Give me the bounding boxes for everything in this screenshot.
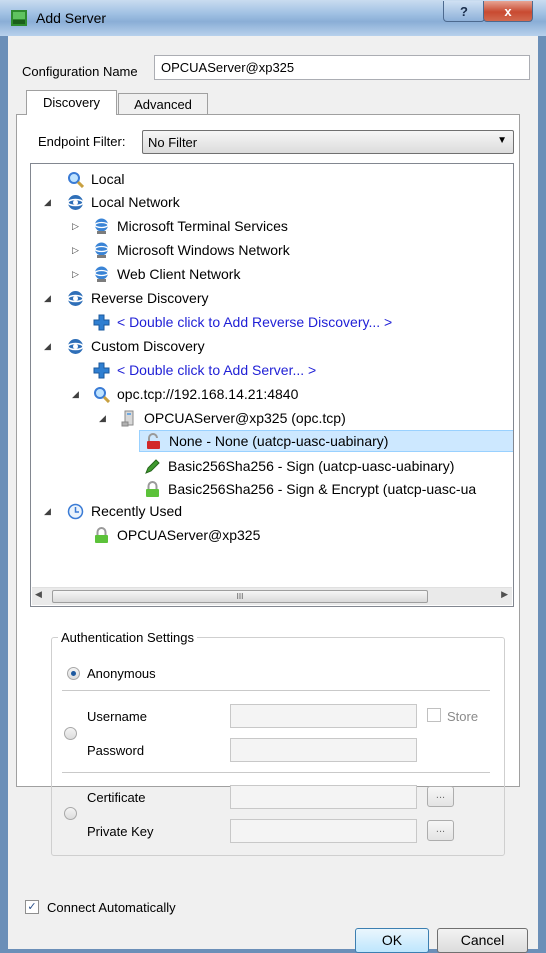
- tree-node-custom-discovery[interactable]: Custom Discovery: [67, 335, 205, 357]
- private-key-input[interactable]: [230, 819, 417, 843]
- anonymous-radio[interactable]: [67, 667, 80, 680]
- tree-node-add-reverse[interactable]: < Double click to Add Reverse Discovery.…: [93, 311, 392, 333]
- collapsed-arrow-icon[interactable]: ▷: [72, 245, 79, 256]
- tree-label: Reverse Discovery: [91, 290, 209, 306]
- expanded-arrow-icon[interactable]: ◢: [99, 413, 106, 424]
- endpoint-filter-label: Endpoint Filter:: [38, 134, 126, 149]
- locked-padlock-icon: [95, 526, 108, 543]
- close-button[interactable]: x: [483, 1, 533, 22]
- tree-label: Web Client Network: [117, 266, 241, 282]
- help-button[interactable]: ?: [443, 1, 485, 22]
- chevron-down-icon: ▼: [497, 135, 507, 146]
- endpoint-filter-select[interactable]: No Filter ▼: [142, 130, 514, 154]
- username-label: Username: [87, 709, 147, 724]
- magnifier-icon: [68, 171, 84, 188]
- private-key-browse-button[interactable]: ...: [427, 820, 454, 841]
- tree-label: Local: [91, 171, 125, 187]
- certificate-browse-button[interactable]: ...: [427, 786, 454, 807]
- tree-node-reverse-discovery[interactable]: Reverse Discovery: [67, 287, 208, 309]
- server-tree[interactable]: Local ◢ Local Network ▷ Microsoft Termin…: [30, 163, 514, 607]
- store-checkbox[interactable]: [427, 708, 441, 722]
- tab-discovery[interactable]: Discovery: [26, 90, 117, 115]
- tree-node-recent-server[interactable]: OPCUAServer@xp325: [93, 524, 260, 546]
- scroll-right-icon[interactable]: ▶: [501, 589, 508, 600]
- password-input[interactable]: [230, 738, 417, 762]
- expanded-arrow-icon[interactable]: ◢: [44, 341, 51, 352]
- cancel-button[interactable]: Cancel: [437, 928, 528, 953]
- network-globe-icon: [94, 266, 109, 282]
- network-globe-icon: [67, 194, 84, 210]
- tree-label: None - None (uatcp-uasc-uabinary): [169, 433, 389, 449]
- expanded-arrow-icon[interactable]: ◢: [44, 293, 51, 304]
- tree-label: Microsoft Windows Network: [117, 242, 290, 258]
- tree-node-server[interactable]: OPCUAServer@xp325 (opc.tcp): [120, 407, 346, 429]
- store-label: Store: [447, 709, 479, 724]
- tree-node-local-network[interactable]: Local Network: [67, 191, 180, 213]
- ok-button[interactable]: OK: [355, 928, 429, 953]
- divider: [62, 690, 490, 691]
- tree-node-endpoint-none[interactable]: None - None (uatcp-uasc-uabinary): [139, 430, 513, 452]
- tree-label: Custom Discovery: [91, 338, 205, 354]
- tree-label: OPCUAServer@xp325 (opc.tcp): [144, 410, 346, 426]
- unlocked-padlock-icon: [147, 432, 160, 449]
- connect-auto-checkbox[interactable]: ✓: [25, 900, 39, 914]
- tree-label: < Double click to Add Reverse Discovery.…: [117, 314, 393, 330]
- tree-node-endpoint-encrypt[interactable]: Basic256Sha256 - Sign & Encrypt (uatcp-u…: [144, 478, 476, 500]
- tree-label: OPCUAServer@xp325: [117, 527, 261, 543]
- tree-label: Local Network: [91, 194, 180, 210]
- tree-node-windows-network[interactable]: Microsoft Windows Network: [93, 239, 290, 261]
- server-icon: [121, 410, 134, 426]
- private-key-label: Private Key: [87, 824, 154, 839]
- plus-icon: [93, 314, 110, 330]
- tree-horizontal-scrollbar[interactable]: ◀ III ▶: [32, 587, 512, 605]
- connect-auto-label: Connect Automatically: [47, 900, 176, 915]
- collapsed-arrow-icon[interactable]: ▷: [72, 221, 79, 232]
- window-title: Add Server: [36, 10, 107, 26]
- tab-advanced[interactable]: Advanced: [118, 93, 208, 115]
- tree-label: opc.tcp://192.168.14.21:4840: [117, 386, 299, 402]
- tree-label: Basic256Sha256 - Sign (uatcp-uasc-uabina…: [168, 458, 455, 474]
- title-bar[interactable]: Add Server ? x: [0, 0, 546, 36]
- tree-node-local[interactable]: Local: [67, 168, 124, 190]
- expanded-arrow-icon[interactable]: ◢: [44, 197, 51, 208]
- certificate-radio[interactable]: [64, 807, 77, 820]
- network-globe-icon: [94, 218, 109, 234]
- magnifier-icon: [94, 386, 110, 403]
- password-label: Password: [87, 743, 145, 758]
- config-name-label: Configuration Name: [22, 64, 138, 79]
- tree-label: < Double click to Add Server... >: [117, 362, 317, 378]
- certificate-label: Certificate: [87, 790, 146, 805]
- plus-icon: [93, 362, 110, 378]
- certificate-input[interactable]: [230, 785, 417, 809]
- clock-icon: [67, 503, 84, 519]
- tree-label: Recently Used: [91, 503, 183, 519]
- expanded-arrow-icon[interactable]: ◢: [44, 506, 51, 517]
- endpoint-filter-value: No Filter: [148, 135, 198, 150]
- add-server-dialog: Add Server ? x Configuration Name OPCUAS…: [0, 0, 546, 953]
- locked-padlock-icon: [146, 480, 159, 497]
- tree-label: Basic256Sha256 - Sign & Encrypt (uatcp-u…: [168, 481, 477, 497]
- app-icon: [11, 10, 27, 26]
- scroll-left-icon[interactable]: ◀: [35, 589, 42, 600]
- config-name-input[interactable]: OPCUAServer@xp325: [154, 55, 530, 80]
- expanded-arrow-icon[interactable]: ◢: [72, 389, 79, 400]
- tree-node-recently-used[interactable]: Recently Used: [67, 500, 182, 522]
- collapsed-arrow-icon[interactable]: ▷: [72, 269, 79, 280]
- pen-icon: [145, 458, 160, 474]
- scroll-thumb[interactable]: III: [52, 590, 428, 603]
- tree-node-add-server[interactable]: < Double click to Add Server... >: [93, 359, 316, 381]
- username-radio[interactable]: [64, 727, 77, 740]
- authentication-group-title: Authentication Settings: [58, 630, 197, 645]
- anonymous-label: Anonymous: [87, 666, 156, 681]
- username-input[interactable]: [230, 704, 417, 728]
- tree-node-terminal-services[interactable]: Microsoft Terminal Services: [93, 215, 288, 237]
- network-globe-icon: [94, 242, 109, 258]
- network-globe-icon: [67, 338, 84, 354]
- tree-node-endpoint-url[interactable]: opc.tcp://192.168.14.21:4840: [93, 383, 298, 405]
- tree-node-web-client[interactable]: Web Client Network: [93, 263, 240, 285]
- divider: [62, 772, 490, 773]
- tree-label: Microsoft Terminal Services: [117, 218, 288, 234]
- network-globe-icon: [67, 290, 84, 306]
- tree-node-endpoint-sign[interactable]: Basic256Sha256 - Sign (uatcp-uasc-uabina…: [144, 455, 454, 477]
